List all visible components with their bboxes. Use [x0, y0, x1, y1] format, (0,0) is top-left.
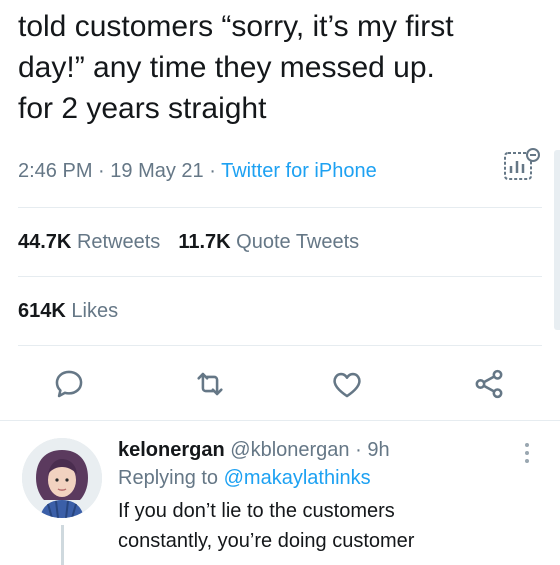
tweet-source-link[interactable]: Twitter for iPhone	[221, 160, 377, 182]
reply-text-line: If you don’t lie to the customers	[118, 500, 395, 522]
divider	[18, 276, 542, 277]
replying-to: Replying to @makaylathinks	[118, 464, 538, 492]
tweet-text-line: for 2 years straight	[18, 92, 267, 125]
likes-stat[interactable]: 614K Likes	[18, 300, 118, 323]
replying-to-label: Replying to	[118, 467, 224, 489]
retweet-icon	[197, 372, 223, 396]
divider	[18, 345, 542, 346]
reply-tweet[interactable]: kelonergan @kblonergan · 9h Replying to …	[118, 436, 538, 556]
tweet-text-line: told customers “sorry, it’s my first	[18, 10, 454, 43]
thread-connector-line	[61, 525, 64, 565]
scrollbar[interactable]	[554, 150, 560, 330]
share-icon	[475, 369, 503, 399]
tweet-action-bar	[0, 356, 560, 412]
reply-text-line: constantly, you’re doing customer	[118, 530, 415, 552]
avatar[interactable]	[22, 438, 102, 518]
retweets-count: 44.7K	[18, 231, 72, 253]
retweet-button[interactable]	[190, 364, 230, 404]
share-button[interactable]	[469, 364, 509, 404]
divider	[18, 207, 542, 208]
tweet-date[interactable]: 19 May 21	[110, 160, 203, 182]
analytics-icon[interactable]	[501, 147, 541, 183]
thread-divider	[0, 420, 560, 421]
retweet-stats: 44.7K Retweets 11.7K Quote Tweets	[18, 231, 359, 254]
meta-separator: ·	[92, 160, 111, 182]
reply-button[interactable]	[49, 364, 89, 404]
reply-icon	[55, 370, 83, 398]
replying-to-mention[interactable]: @makaylathinks	[224, 467, 371, 489]
tweet-meta: 2:46 PM · 19 May 21 · Twitter for iPhone	[18, 160, 377, 183]
avatar-illustration	[22, 438, 102, 518]
retweets-stat[interactable]: 44.7K Retweets	[18, 231, 160, 253]
reply-author-handle[interactable]: @kblonergan	[230, 439, 349, 461]
quote-tweets-stat[interactable]: 11.7K Quote Tweets	[178, 231, 359, 253]
like-icon	[333, 372, 361, 398]
meta-separator: ·	[203, 160, 222, 182]
reply-time: 9h	[367, 439, 390, 461]
like-button[interactable]	[327, 364, 367, 404]
reply-separator: ·	[349, 439, 368, 461]
quote-tweets-label: Quote Tweets	[236, 231, 360, 253]
reply-header: kelonergan @kblonergan · 9h	[118, 436, 538, 464]
tweet-text: told customers “sorry, it’s my first day…	[18, 6, 538, 129]
retweets-label: Retweets	[76, 231, 161, 253]
likes-label: Likes	[71, 300, 119, 322]
reply-text: If you don’t lie to the customers consta…	[118, 496, 538, 556]
tweet-text-line: day!” any time they messed up.	[18, 51, 435, 84]
more-options-icon[interactable]	[520, 440, 534, 466]
reply-author-name[interactable]: kelonergan	[118, 439, 225, 461]
likes-count: 614K	[18, 300, 66, 322]
tweet-time[interactable]: 2:46 PM	[18, 160, 92, 182]
quote-tweets-count: 11.7K	[178, 231, 231, 253]
